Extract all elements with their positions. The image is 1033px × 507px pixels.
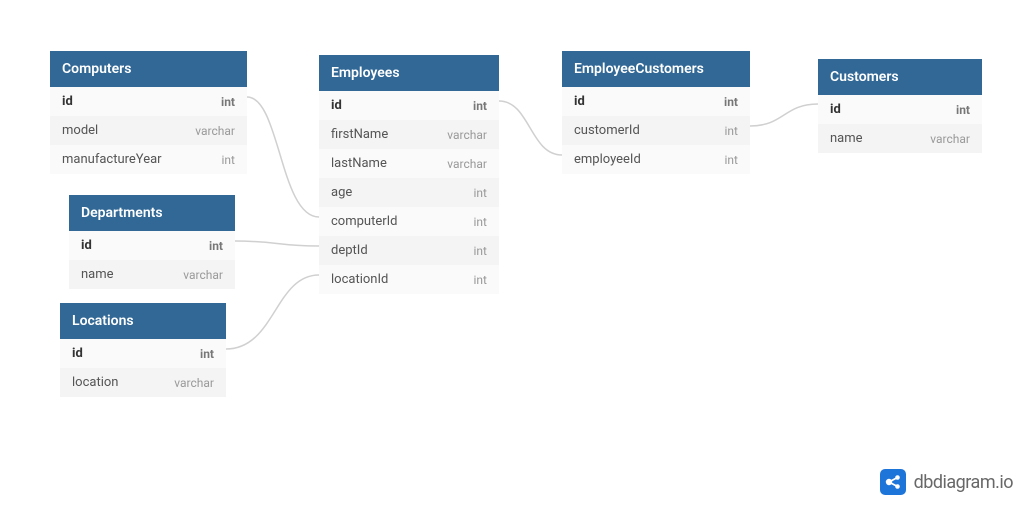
- table-column-row[interactable]: lastName varchar: [319, 149, 499, 178]
- table-header[interactable]: Customers: [818, 59, 982, 95]
- column-type: int: [956, 103, 970, 117]
- column-type: int: [474, 186, 487, 200]
- column-name: age: [331, 185, 352, 200]
- column-type: int: [474, 273, 487, 287]
- table-column-row[interactable]: id int: [69, 231, 235, 260]
- table-column-row[interactable]: id int: [50, 87, 247, 116]
- column-type: varchar: [930, 132, 970, 146]
- column-name: id: [81, 238, 92, 253]
- relationship-line: [247, 97, 319, 217]
- column-type: varchar: [174, 376, 214, 390]
- table-departments[interactable]: Departments id int name varchar: [69, 195, 235, 289]
- relationship-line: [226, 275, 319, 349]
- table-column-row[interactable]: firstName varchar: [319, 120, 499, 149]
- table-column-row[interactable]: computerId int: [319, 207, 499, 236]
- column-name: model: [62, 123, 98, 138]
- table-column-row[interactable]: id int: [562, 87, 750, 116]
- column-name: name: [81, 267, 114, 282]
- table-column-row[interactable]: name varchar: [818, 124, 982, 153]
- logo-icon: [880, 469, 906, 495]
- table-column-row[interactable]: deptId int: [319, 236, 499, 265]
- table-column-row[interactable]: location varchar: [60, 368, 226, 397]
- table-column-row[interactable]: id int: [60, 339, 226, 368]
- table-column-row[interactable]: locationId int: [319, 265, 499, 294]
- column-type: int: [200, 347, 214, 361]
- column-type: int: [725, 153, 738, 167]
- table-column-row[interactable]: name varchar: [69, 260, 235, 289]
- table-header[interactable]: Computers: [50, 51, 247, 87]
- column-name: id: [830, 102, 841, 117]
- table-column-row[interactable]: age int: [319, 178, 499, 207]
- column-type: varchar: [183, 268, 223, 282]
- logo-text: dbdiagram.io: [914, 472, 1013, 493]
- column-type: int: [725, 124, 738, 138]
- column-name: id: [62, 94, 73, 109]
- column-type: int: [474, 215, 487, 229]
- table-header[interactable]: Employees: [319, 55, 499, 91]
- table-employees[interactable]: Employees id int firstName varchar lastName va…: [319, 55, 499, 294]
- column-type: int: [474, 244, 487, 258]
- table-column-row[interactable]: customerId int: [562, 116, 750, 145]
- column-name: id: [72, 346, 83, 361]
- table-header[interactable]: Locations: [60, 303, 226, 339]
- column-name: deptId: [331, 243, 368, 258]
- logo: dbdiagram.io: [880, 469, 1013, 495]
- column-type: int: [221, 95, 235, 109]
- column-name: id: [574, 94, 585, 109]
- column-type: int: [473, 99, 487, 113]
- column-type: varchar: [195, 124, 235, 138]
- table-column-row[interactable]: model varchar: [50, 116, 247, 145]
- relationship-line: [235, 241, 319, 246]
- column-name: lastName: [331, 156, 387, 171]
- column-name: id: [331, 98, 342, 113]
- column-name: computerId: [331, 214, 398, 229]
- column-type: int: [724, 95, 738, 109]
- column-type: varchar: [447, 128, 487, 142]
- column-name: manufactureYear: [62, 152, 162, 167]
- column-name: name: [830, 131, 863, 146]
- table-column-row[interactable]: id int: [818, 95, 982, 124]
- table-header[interactable]: EmployeeCustomers: [562, 51, 750, 87]
- table-header[interactable]: Departments: [69, 195, 235, 231]
- table-customers[interactable]: Customers id int name varchar: [818, 59, 982, 153]
- relationship-line: [499, 101, 562, 155]
- column-type: int: [222, 153, 235, 167]
- table-locations[interactable]: Locations id int location varchar: [60, 303, 226, 397]
- column-type: int: [209, 239, 223, 253]
- table-column-row[interactable]: employeeId int: [562, 145, 750, 174]
- column-name: employeeId: [574, 152, 641, 167]
- column-type: varchar: [447, 157, 487, 171]
- table-computers[interactable]: Computers id int model varchar manufactureYea…: [50, 51, 247, 174]
- column-name: locationId: [331, 272, 388, 287]
- column-name: customerId: [574, 123, 640, 138]
- table-column-row[interactable]: manufactureYear int: [50, 145, 247, 174]
- table-column-row[interactable]: id int: [319, 91, 499, 120]
- relationship-line: [750, 104, 818, 126]
- column-name: firstName: [331, 127, 388, 142]
- column-name: location: [72, 375, 118, 390]
- table-employeecustomers[interactable]: EmployeeCustomersidintcustomerIdintemplo…: [562, 51, 750, 174]
